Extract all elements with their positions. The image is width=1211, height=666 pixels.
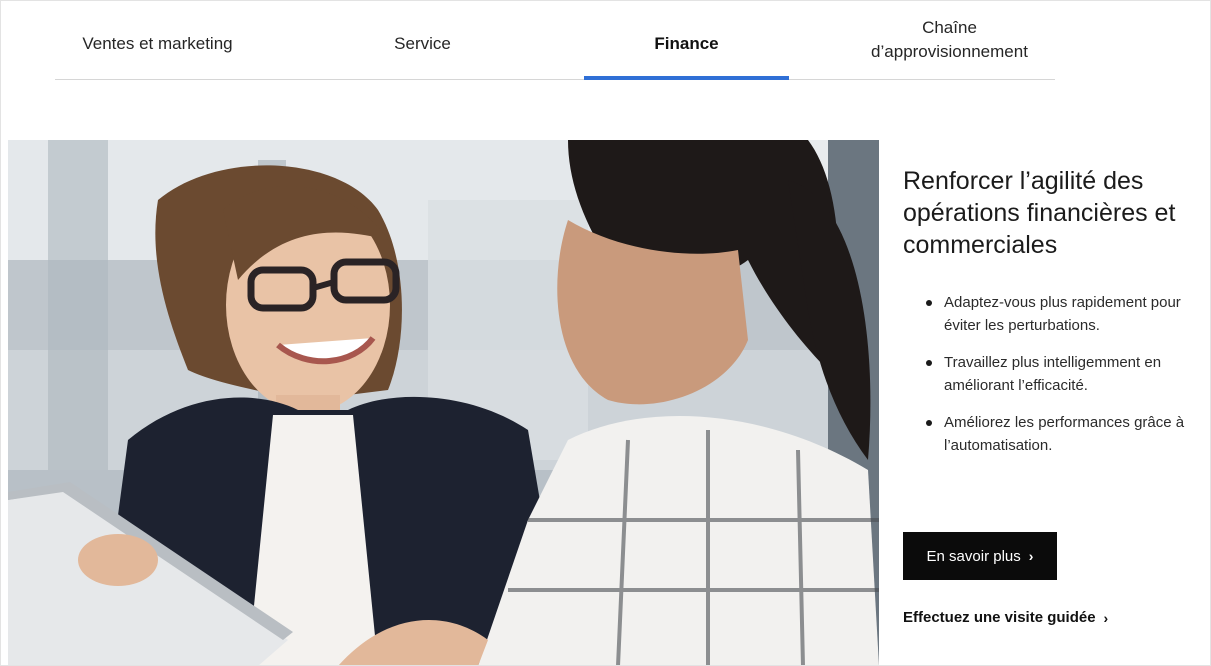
guided-tour-label: Effectuez une visite guidée [903,609,1096,626]
guided-tour-link[interactable]: Effectuez une visite guidée › [903,609,1108,626]
bullet-icon [926,420,932,426]
hero-illustration [8,140,879,666]
bullet-icon [926,300,932,306]
list-item: Travaillez plus intelligemment en amélio… [926,351,1211,397]
tab-ventes-et-marketing[interactable]: Ventes et marketing [55,8,260,80]
hero-photo [8,140,879,666]
tab-finance[interactable]: Finance [584,8,789,80]
chevron-right-icon: › [1028,548,1034,564]
tab-label: Finance [654,34,719,53]
learn-more-button[interactable]: En savoir plus › [903,532,1057,580]
list-item: Adaptez-vous plus rapidement pour éviter… [926,291,1211,337]
tab-label: Ventes et marketing [82,34,233,53]
chevron-right-icon: › [1103,609,1109,626]
tab-label: Service [394,34,451,53]
bullet-icon [926,360,932,366]
bullet-text: Améliorez les performances grâce à l’aut… [944,414,1185,454]
panel-headline: Renforcer l’agilité des opérations finan… [903,167,1176,259]
bullet-text: Adaptez-vous plus rapidement pour éviter… [944,294,1181,334]
learn-more-label: En savoir plus [926,547,1021,565]
tab-chaine-approvisionnement[interactable]: Chaîne d’approvisionnement [847,4,1052,76]
finance-panel: Renforcer l’agilité des opérations finan… [903,165,1203,626]
list-item: Améliorez les performances grâce à l’aut… [926,411,1211,457]
tab-bar: Ventes et marketing Service Finance Chaî… [55,8,1055,80]
page: Ventes et marketing Service Finance Chaî… [0,0,1211,666]
benefit-list: Adaptez-vous plus rapidement pour éviter… [926,291,1211,471]
active-tab-indicator [584,76,789,80]
tab-label: Chaîne d’approvisionnement [871,18,1028,61]
tab-service[interactable]: Service [320,8,525,80]
bullet-text: Travaillez plus intelligemment en amélio… [944,354,1162,394]
